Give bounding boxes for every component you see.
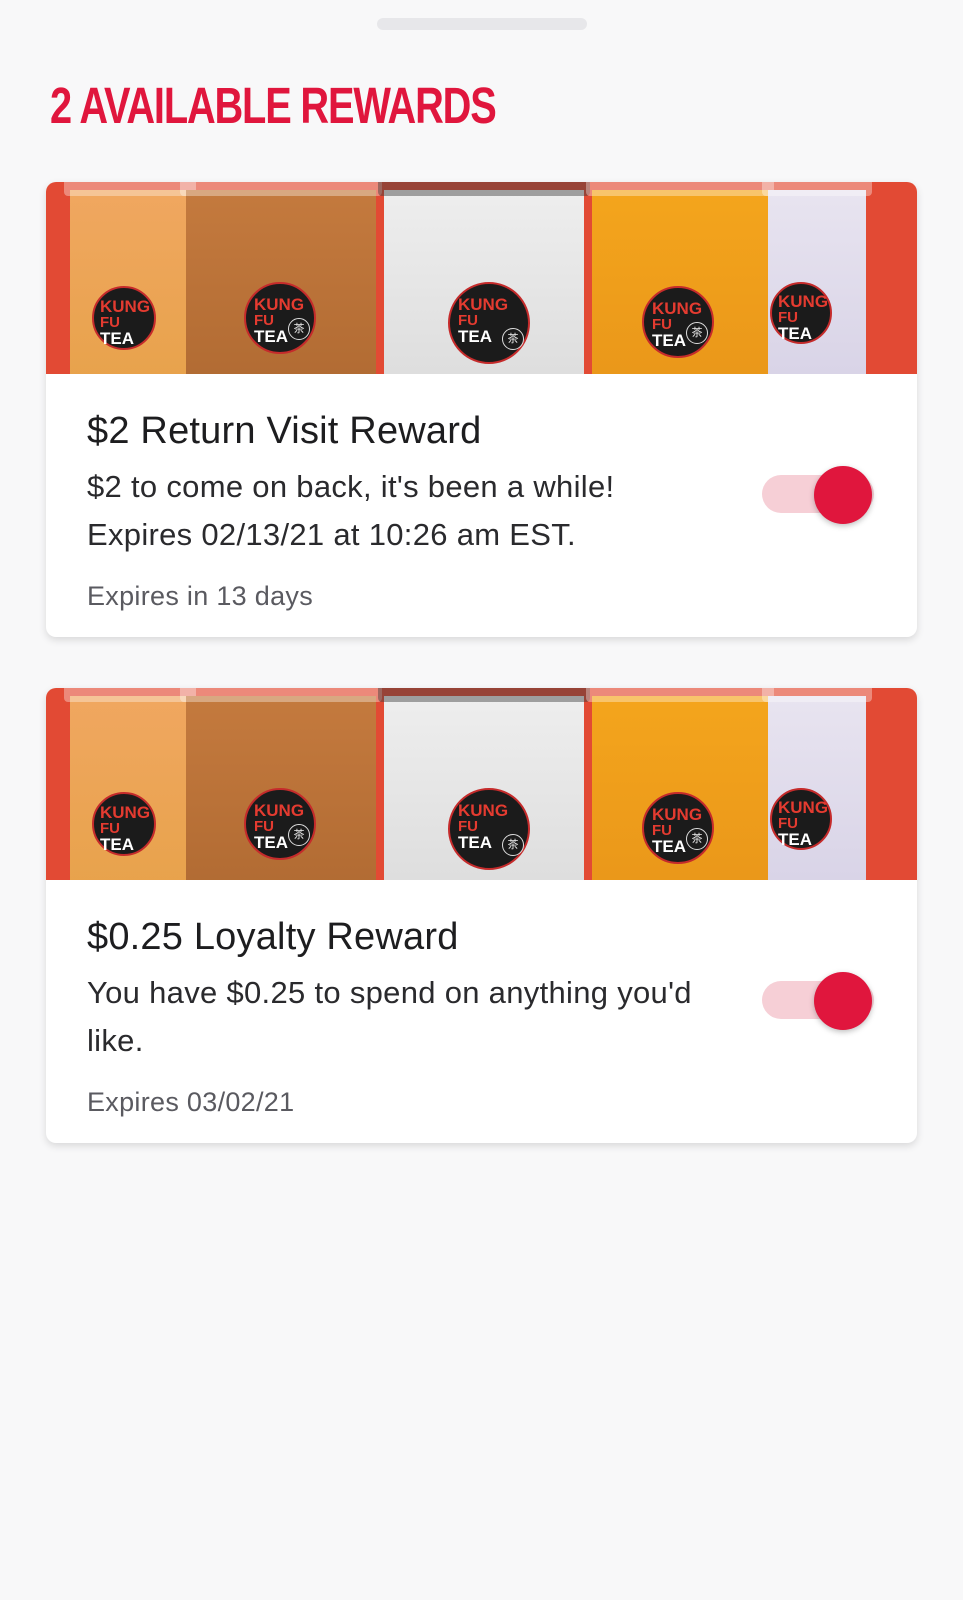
reward-toggle[interactable] xyxy=(762,972,882,1030)
tea-cup-image: KUNG FU TEA 茶 xyxy=(378,688,590,880)
reward-card[interactable]: KUNGFUTEA KUNGFUTEA茶 KUNGFUTEA茶 xyxy=(46,182,917,637)
sheet-grabber-handle[interactable] xyxy=(377,18,587,30)
tea-cup-image: KUNG FU TEA 茶 xyxy=(378,182,590,374)
kung-fu-tea-logo: KUNG FU TEA xyxy=(770,788,832,850)
tea-cup-image: KUNG FU TEA xyxy=(762,688,872,880)
reward-expiry: Expires in 13 days xyxy=(87,581,314,611)
reward-card[interactable]: KUNGFUTEA KUNGFUTEA茶 KUNGFUTEA茶 xyxy=(46,688,917,1143)
kung-fu-tea-logo: KUNG FU TEA 茶 xyxy=(642,286,714,358)
tea-cup-image: KUNG FU TEA xyxy=(64,182,196,374)
page-title: 2 AVAILABLE REWARDS xyxy=(50,77,497,134)
toggle-knob[interactable] xyxy=(814,466,872,524)
kung-fu-tea-logo: KUNG FU TEA 茶 xyxy=(448,788,530,870)
reward-description: You have $0.25 to spend on anything you'… xyxy=(87,975,692,1058)
reward-description: $2 to come on back, it's been a while! E… xyxy=(87,469,615,552)
reward-expiry: Expires 03/02/21 xyxy=(87,1087,295,1117)
tea-cup-image: KUNG FU TEA 茶 xyxy=(180,688,382,880)
tea-cup-image: KUNG FU TEA xyxy=(64,688,196,880)
reward-banner-image: KUNGFUTEA KUNGFUTEA茶 KUNGFUTEA茶 xyxy=(46,688,917,880)
tea-cup-image: KUNG FU TEA 茶 xyxy=(180,182,382,374)
kung-fu-tea-logo: KUNG FU TEA 茶 xyxy=(642,792,714,864)
reward-toggle[interactable] xyxy=(762,466,882,524)
kung-fu-tea-logo: KUNG FU TEA 茶 xyxy=(244,282,316,354)
toggle-knob[interactable] xyxy=(814,972,872,1030)
kung-fu-tea-logo: KUNG FU TEA 茶 xyxy=(448,282,530,364)
reward-title: $0.25 Loyalty Reward xyxy=(87,916,459,958)
kung-fu-tea-logo: KUNG FU TEA xyxy=(770,282,832,344)
rewards-sheet: 2 AVAILABLE REWARDS KUNG FU TEA KUNG FU TEA 茶 xyxy=(0,0,963,1600)
reward-banner-image: KUNGFUTEA KUNGFUTEA茶 KUNGFUTEA茶 xyxy=(46,182,917,374)
tea-cup-image: KUNG FU TEA 茶 xyxy=(586,688,774,880)
tea-cup-image: KUNG FU TEA xyxy=(762,182,872,374)
kung-fu-tea-logo: KUNG FU TEA xyxy=(92,792,156,856)
kung-fu-tea-logo: KUNG FU TEA xyxy=(92,286,156,350)
kung-fu-tea-logo: KUNG FU TEA 茶 xyxy=(244,788,316,860)
tea-cup-image: KUNG FU TEA 茶 xyxy=(586,182,774,374)
reward-title: $2 Return Visit Reward xyxy=(87,410,482,452)
